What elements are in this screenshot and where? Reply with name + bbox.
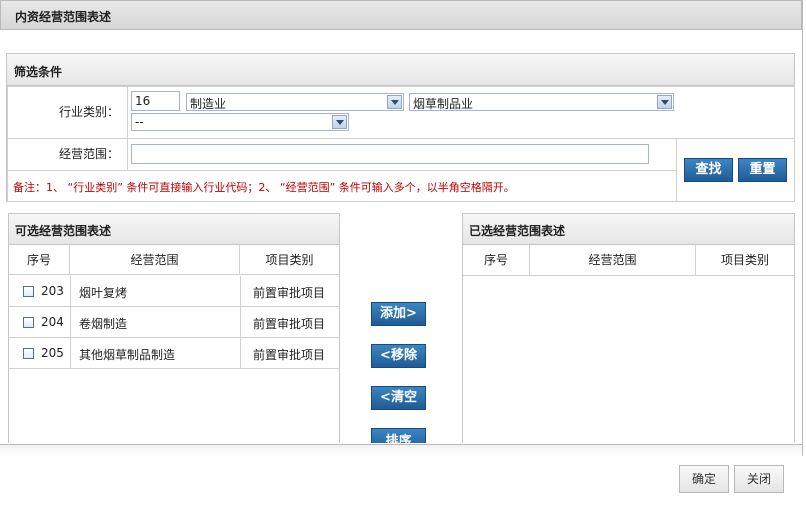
reset-button[interactable]: 重置 [738, 158, 787, 182]
close-button[interactable]: 关闭 [734, 465, 784, 493]
industry-level1-select[interactable]: 制造业 [186, 93, 404, 111]
column-header-scope: 经营范围 [70, 245, 240, 275]
industry-code-input[interactable]: 16 [131, 91, 180, 111]
sort-button[interactable]: 排序 [371, 428, 426, 443]
table-row[interactable]: 203 烟叶复烤 前置审批项目 [9, 276, 339, 307]
confirm-button[interactable]: 确定 [679, 465, 729, 493]
filter-heading-label: 筛选条件 [14, 65, 63, 79]
industry-level3-select[interactable]: -- [131, 113, 349, 131]
footer-divider [0, 444, 802, 456]
row-category: 前置审批项目 [253, 348, 326, 362]
clear-button[interactable]: <清空 [371, 386, 426, 410]
chevron-down-icon[interactable] [657, 95, 672, 109]
industry-level2-select[interactable]: 烟草制品业 [409, 93, 674, 111]
window-right-edge [802, 0, 803, 456]
row-category: 前置审批项目 [253, 317, 326, 331]
column-header-category: 项目类别 [265, 253, 314, 267]
scope-label: 经营范围： [58, 147, 119, 161]
note-cell: 备注：1、 “行业类别” 条件可直接输入行业代码；2、 “经营范围” 条件可输入… [7, 170, 677, 202]
row-no: 205 [41, 346, 64, 360]
industry-level2-value: 烟草制品业 [413, 97, 474, 111]
scope-input[interactable] [131, 144, 649, 164]
available-table-header: 序号 经营范围 项目类别 [9, 245, 339, 275]
chevron-down-icon[interactable] [332, 115, 347, 129]
industry-label: 行业类别： [58, 105, 119, 119]
selected-heading-label: 已选经营范围表述 [469, 224, 566, 238]
scope-label-cell: 经营范围： [7, 138, 128, 171]
column-header-no: 序号 [9, 245, 70, 275]
window-title-bar: 内资经营范围表述 [0, 0, 802, 30]
remove-button[interactable]: <移除 [371, 344, 426, 368]
row-no: 203 [41, 284, 64, 298]
column-header-category: 项目类别 [720, 253, 769, 267]
selected-panel: 已选经营范围表述 序号 经营范围 项目类别 [462, 213, 795, 443]
table-row[interactable]: 204 卷烟制造 前置审批项目 [9, 307, 339, 338]
filter-panel: 筛选条件 行业类别： 16 制造业 烟草制品业 -- 经营范围： 备注：1、 “… [6, 53, 795, 202]
column-header-scope: 经营范围 [530, 245, 696, 275]
row-scope: 其他烟草制品制造 [79, 348, 176, 362]
row-scope: 烟叶复烤 [79, 286, 128, 300]
industry-code-value: 16 [135, 94, 151, 108]
industry-level3-value: -- [135, 115, 144, 129]
table-row[interactable]: 205 其他烟草制品制造 前置审批项目 [9, 338, 339, 369]
filter-heading: 筛选条件 [7, 54, 794, 86]
search-button[interactable]: 查找 [684, 158, 733, 182]
industry-label-cell: 行业类别： [7, 86, 128, 139]
selected-table-header: 序号 经营范围 项目类别 [463, 245, 794, 276]
sort-button-clip: 排序 [371, 428, 426, 443]
available-heading-label: 可选经营范围表述 [15, 224, 112, 238]
row-checkbox[interactable] [23, 286, 34, 297]
row-scope: 卷烟制造 [79, 317, 128, 331]
row-checkbox[interactable] [23, 348, 34, 359]
available-panel: 可选经营范围表述 序号 经营范围 项目类别 203 烟叶复烤 前置审批项目 20… [8, 213, 340, 443]
row-no: 204 [41, 315, 64, 329]
filter-note: 备注：1、 “行业类别” 条件可直接输入行业代码；2、 “经营范围” 条件可输入… [13, 181, 515, 194]
industry-level1-value: 制造业 [190, 97, 227, 111]
page-title: 内资经营范围表述 [15, 10, 112, 24]
row-checkbox[interactable] [23, 317, 34, 328]
chevron-down-icon[interactable] [387, 95, 402, 109]
row-category: 前置审批项目 [253, 286, 326, 300]
add-button[interactable]: 添加> [371, 302, 426, 326]
available-heading: 可选经营范围表述 [9, 214, 339, 245]
selected-heading: 已选经营范围表述 [463, 214, 794, 245]
column-header-no: 序号 [463, 245, 530, 275]
